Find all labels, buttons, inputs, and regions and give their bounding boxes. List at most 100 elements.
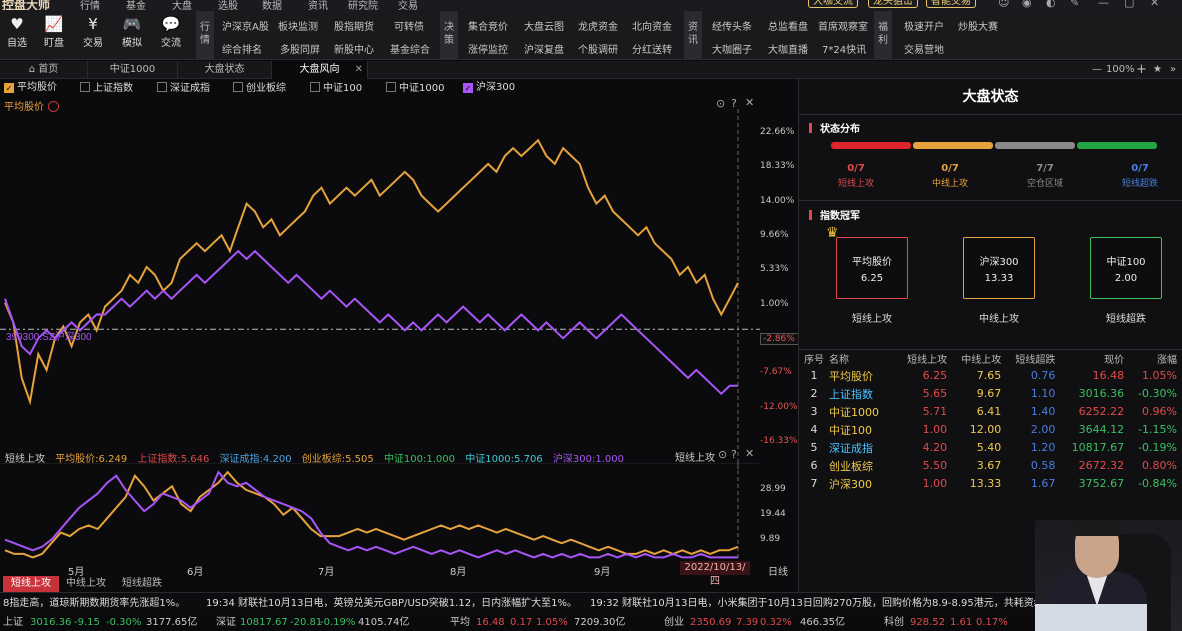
- champion-card-avg[interactable]: 平均股价 6.25: [836, 237, 908, 299]
- tool-trade[interactable]: ¥ 交易: [76, 14, 110, 49]
- table-row[interactable]: 3 中证1000 5.71 6.41 1.40 6252.22 0.96%: [799, 403, 1182, 421]
- maximize-icon[interactable]: ▢: [1124, 0, 1134, 9]
- menu-item-4[interactable]: 数据: [262, 0, 282, 10]
- decision-cell[interactable]: 个股调研: [578, 41, 618, 56]
- checkbox-gem-index[interactable]: 创业板综: [233, 82, 286, 94]
- market-cell[interactable]: 板块监测: [278, 18, 318, 33]
- col-header[interactable]: 序号: [799, 350, 829, 367]
- main-chart[interactable]: 399300.SZ沪深300: [0, 109, 760, 469]
- cell-a: 6.25: [922, 369, 948, 382]
- tool-chat[interactable]: 💬 交流: [154, 14, 188, 49]
- news-item[interactable]: 19:34 财联社10月13日电，英镑兑美元GBP/USD突破1.12，日内涨幅…: [206, 593, 577, 615]
- tab-zz1000[interactable]: 中证1000: [88, 61, 178, 79]
- col-header[interactable]: 中线上攻: [953, 350, 1007, 367]
- tab-home[interactable]: ⌂ 首页: [0, 61, 88, 79]
- tool-simulate[interactable]: 🎮 模拟: [115, 14, 149, 49]
- col-header[interactable]: 涨幅: [1130, 350, 1182, 367]
- market-cell[interactable]: 新股中心: [334, 41, 374, 56]
- pill-button-0[interactable]: 大咖交流: [808, 0, 858, 8]
- table-row[interactable]: 6 创业板综 5.50 3.67 0.58 2672.32 0.80%: [799, 457, 1182, 475]
- pill-button-2[interactable]: 智能交易: [926, 0, 976, 8]
- news-cell[interactable]: 大咖圈子: [712, 41, 752, 56]
- table-header: 序号 名称 短线上攻 中线上攻 短线超跌 现价 涨幅: [799, 350, 1182, 367]
- market-cell[interactable]: 基金综合: [390, 41, 430, 56]
- market-cell[interactable]: 综合排名: [222, 41, 262, 56]
- table-row[interactable]: 7 沪深300 1.00 13.33 1.67 3752.67 -0.84%: [799, 475, 1182, 493]
- champion-card-zz100[interactable]: 中证100 2.00: [1090, 237, 1162, 299]
- skin-icon[interactable]: ◐: [1046, 0, 1056, 9]
- welfare-cell[interactable]: 极速开户: [904, 18, 944, 33]
- menu-item-0[interactable]: 行情: [80, 0, 100, 10]
- col-header[interactable]: 短线超跌: [1007, 350, 1061, 367]
- col-header[interactable]: 短线上攻: [899, 350, 953, 367]
- news-item[interactable]: 19:32 财联社10月13日电，小米集团于10月13日回购270万股，回购价格…: [590, 593, 1050, 615]
- checkbox-zz100[interactable]: 中证100: [310, 82, 362, 94]
- tool-favorites[interactable]: ♥ 自选: [0, 14, 34, 49]
- table-row[interactable]: 1 平均股价 6.25 7.65 0.76 16.48 1.05%: [799, 367, 1182, 385]
- news-item[interactable]: 8指走高，道琼斯期数期货率先涨超1%。: [3, 593, 185, 615]
- tool-watch[interactable]: 📈 盯盘: [37, 14, 71, 49]
- menu-item-3[interactable]: 选股: [218, 0, 238, 10]
- decision-cell[interactable]: 龙虎资金: [578, 18, 618, 33]
- table-row[interactable]: 5 深证成指 4.20 5.40 1.20 10817.67 -0.19%: [799, 439, 1182, 457]
- bottom-tab-short-oversold[interactable]: 短线超跌: [114, 576, 170, 592]
- checkbox-box: [310, 82, 320, 92]
- bottom-tab-short-attack[interactable]: 短线上攻: [3, 576, 59, 592]
- user-icon[interactable]: ◉: [1022, 0, 1032, 9]
- decision-cell[interactable]: 沪深复盘: [524, 41, 564, 56]
- welfare-cell[interactable]: 炒股大赛: [958, 18, 998, 33]
- table-row[interactable]: 4 中证100 1.00 12.00 2.00 3644.12 -1.15%: [799, 421, 1182, 439]
- market-cell[interactable]: 多股同屏: [280, 41, 320, 56]
- market-cell[interactable]: 股指期货: [334, 18, 374, 33]
- decision-cell[interactable]: 涨停监控: [468, 41, 508, 56]
- checkbox-avg-price[interactable]: ✓ 平均股价: [4, 82, 57, 94]
- welfare-cell[interactable]: 交易营地: [904, 41, 944, 56]
- close-icon[interactable]: ✕: [1150, 0, 1159, 9]
- checkbox-zz1000[interactable]: 中证1000: [386, 82, 444, 94]
- zoom-out-icon[interactable]: —: [1092, 61, 1102, 79]
- checkbox-sz-index[interactable]: 深证成指: [157, 82, 210, 94]
- checkbox-sh-index[interactable]: 上证指数: [80, 82, 133, 94]
- menu-item-1[interactable]: 基金: [126, 0, 146, 10]
- cell-c: 1.67: [1030, 477, 1056, 490]
- sub-close-icon[interactable]: ✕: [745, 447, 754, 460]
- zoom-level: 100%: [1106, 64, 1135, 75]
- cell-chg: 0.96%: [1142, 405, 1177, 418]
- sub-help-icon[interactable]: ?: [731, 448, 737, 461]
- period-selector[interactable]: 日线: [768, 563, 788, 578]
- news-cell[interactable]: 7*24快讯: [822, 41, 866, 56]
- tool-icon[interactable]: ✎: [1070, 0, 1079, 9]
- market-cell[interactable]: 可转债: [394, 18, 424, 33]
- col-header[interactable]: 现价: [1061, 350, 1130, 367]
- menu-item-7[interactable]: 交易: [398, 0, 418, 10]
- expand-icon[interactable]: »: [1170, 61, 1176, 79]
- table-row[interactable]: 2 上证指数 5.65 9.67 1.10 3016.36 -0.30%: [799, 385, 1182, 403]
- news-cell[interactable]: 大咖直播: [768, 41, 808, 56]
- decision-cell[interactable]: 集合竞价: [468, 18, 508, 33]
- sub-settings-icon[interactable]: ⊙: [718, 448, 727, 461]
- menu-item-6[interactable]: 研究院: [348, 0, 378, 10]
- menu-item-2[interactable]: 大盘: [172, 0, 192, 10]
- smile-icon[interactable]: ☺: [998, 0, 1009, 9]
- news-cell[interactable]: 总监看盘: [768, 18, 808, 33]
- zoom-in-icon[interactable]: +: [1136, 61, 1147, 79]
- pill-button-1[interactable]: 龙头狙击: [868, 0, 918, 8]
- close-chart-icon[interactable]: ✕: [745, 96, 754, 109]
- minimize-icon[interactable]: —: [1098, 0, 1109, 9]
- decision-cell[interactable]: 大盘云图: [524, 18, 564, 33]
- star-icon[interactable]: ★: [1153, 61, 1162, 79]
- decision-cell[interactable]: 分红送转: [632, 41, 672, 56]
- checkbox-hs300[interactable]: ✓ 沪深300: [463, 82, 515, 94]
- decision-cell[interactable]: 北向资金: [632, 18, 672, 33]
- tab-market-direction[interactable]: 大盘风向 ✕: [272, 61, 368, 79]
- champion-card-hs300[interactable]: 沪深300 13.33: [963, 237, 1035, 299]
- news-cell[interactable]: 首席观察室: [818, 18, 868, 33]
- bottom-tab-mid-attack[interactable]: 中线上攻: [58, 576, 114, 592]
- news-cell[interactable]: 经传头条: [712, 18, 752, 33]
- tab-market-state[interactable]: 大盘状态: [178, 61, 272, 79]
- market-cell[interactable]: 沪深京A股: [222, 18, 269, 33]
- close-tab-icon[interactable]: ✕: [355, 61, 363, 79]
- col-header[interactable]: 名称: [829, 350, 899, 367]
- menu-item-5[interactable]: 资讯: [308, 0, 328, 10]
- sub-chart[interactable]: [0, 463, 760, 563]
